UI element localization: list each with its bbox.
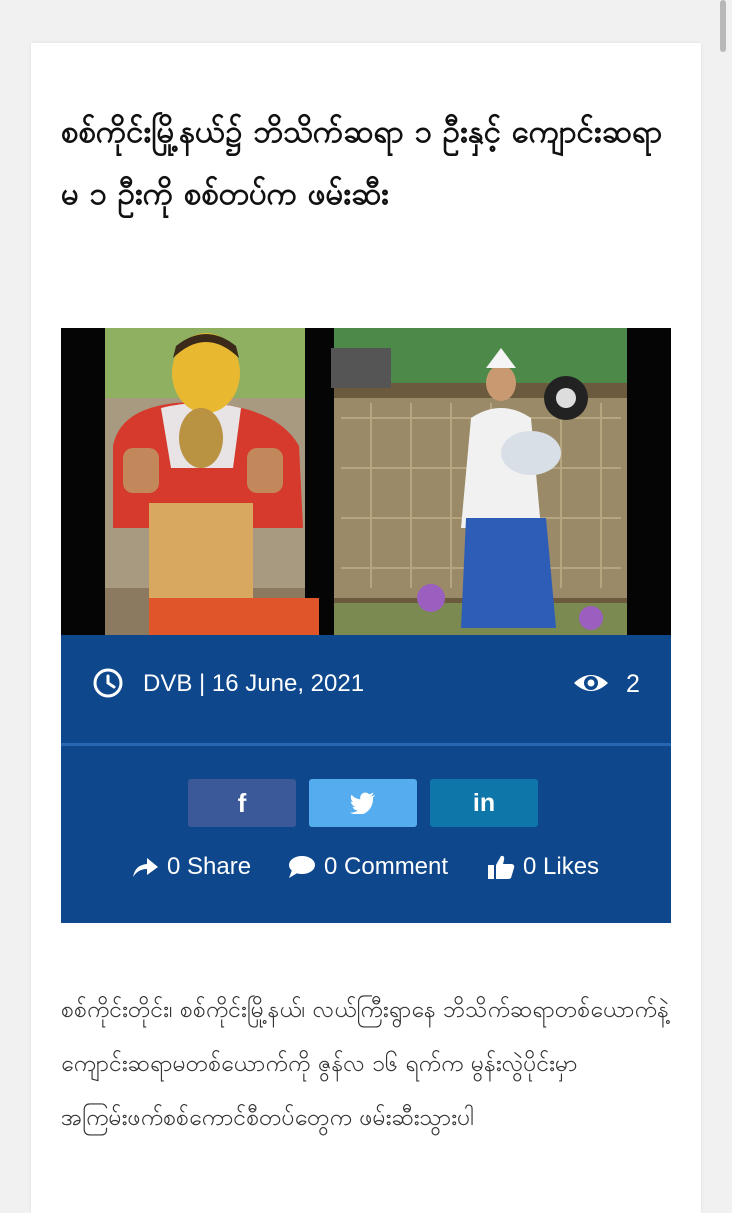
article-body-paragraph: စစ်ကိုင်းတိုင်း၊ စစ်ကိုင်းမြို့နယ်၊ လယ်က…	[61, 997, 669, 1131]
facebook-icon: f	[237, 787, 247, 818]
article-card: စစ်ကိုင်းမြို့နယ်၌ ဘိသိက်ဆရာ ၁ ဦးနှင့် က…	[31, 43, 701, 1213]
clock-icon	[93, 668, 123, 698]
twitter-share-button[interactable]	[309, 779, 417, 827]
article-meta-panel: DVB | 16 June, 2021 2 f in 0 Share 0 Com…	[61, 635, 671, 923]
eye-icon	[574, 675, 608, 691]
share-count: 0 Share	[167, 853, 252, 880]
likes-stat[interactable]: 0 Likes	[487, 853, 599, 881]
facebook-share-button[interactable]: f	[188, 779, 296, 827]
article-image[interactable]	[61, 328, 671, 635]
scrollbar-thumb[interactable]	[720, 0, 726, 52]
share-stat[interactable]: 0 Share	[131, 853, 251, 881]
likes-count: 0 Likes	[523, 853, 600, 880]
author-date: DVB | 16 June, 2021	[143, 670, 365, 697]
linkedin-share-button[interactable]: in	[430, 779, 538, 827]
linkedin-icon: in	[472, 788, 496, 817]
article-photo-collage	[105, 328, 627, 635]
share-arrow-icon	[133, 858, 158, 877]
twitter-bird-icon	[350, 792, 375, 814]
comment-count: 0 Comment	[324, 853, 449, 880]
divider	[61, 743, 671, 746]
comment-stat[interactable]: 0 Comment	[288, 853, 448, 881]
thumbs-up-icon	[488, 855, 515, 879]
comment-bubble-icon	[289, 856, 315, 878]
view-count: 2	[626, 670, 640, 698]
article-title: စစ်ကိုင်းမြို့နယ်၌ ဘိသိက်ဆရာ ၁ ဦးနှင့် က…	[61, 114, 663, 212]
